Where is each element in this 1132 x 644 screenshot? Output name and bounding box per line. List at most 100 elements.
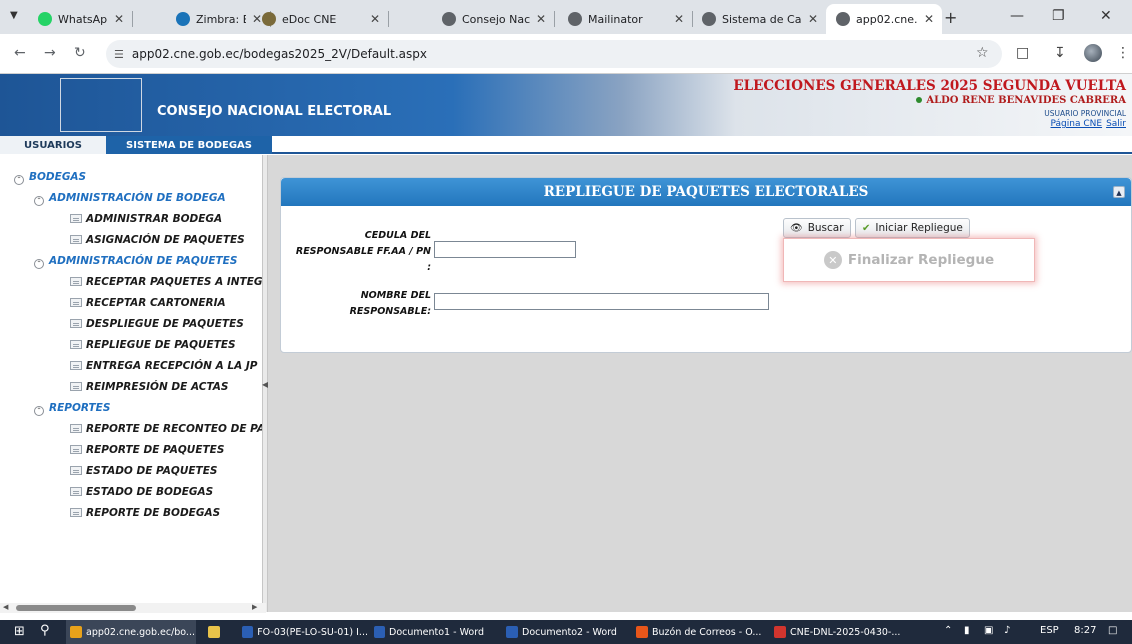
sidebar-group[interactable]: ⌃ ADMINISTRACIÓN DE PAQUETES — [34, 255, 237, 269]
nombre-label: NOMBRE DEL RESPONSABLE: — [285, 288, 431, 320]
cedula-label: CEDULA DEL RESPONSABLE FF.AA / PN : — [285, 228, 431, 276]
sidebar-root-bodegas[interactable]: ⌃ BODEGAS — [14, 171, 86, 185]
taskbar-app[interactable]: Buzón de Correos - O... — [632, 620, 764, 644]
taskbar-app[interactable]: CNE-DNL-2025-0430-... — [770, 620, 916, 644]
bookmark-star-icon[interactable]: ☆ — [976, 45, 989, 61]
cne-page-link[interactable]: Página CNE — [1051, 119, 1103, 129]
page-icon — [70, 445, 82, 454]
taskbar-app[interactable]: Documento1 - Word — [370, 620, 484, 644]
browser-tab[interactable]: eDoc CNE ✕ — [252, 4, 389, 34]
tab-search-chevron-icon[interactable]: ▼ — [10, 10, 18, 21]
browser-tab[interactable]: app02.cne.gob.e ✕ — [826, 4, 942, 34]
sidebar-item[interactable]: REPORTE DE RECONTEO DE PAQUE — [70, 423, 266, 435]
page-icon — [70, 277, 82, 286]
taskbar-app[interactable]: Documento2 - Word — [502, 620, 620, 644]
sidebar-item[interactable]: REPORTE DE BODEGAS — [70, 507, 220, 519]
language-indicator[interactable]: ESP — [1040, 625, 1059, 636]
search-icon[interactable]: ⚲ — [40, 623, 50, 638]
sidebar-item[interactable]: ADMINISTRAR BODEGA — [70, 213, 222, 225]
cedula-input[interactable] — [434, 241, 576, 258]
globe-icon — [568, 12, 582, 26]
scrollbar-thumb[interactable] — [16, 605, 136, 611]
browser-menu-icon[interactable]: ⋮ — [1116, 45, 1130, 61]
sidebar-item[interactable]: REIMPRESIÓN DE ACTAS — [70, 381, 229, 393]
close-tab-icon[interactable]: ✕ — [370, 12, 380, 26]
browser-tab[interactable]: Consejo Nacion ✕ — [432, 4, 555, 34]
sidebar-item[interactable]: ESTADO DE PAQUETES — [70, 465, 217, 477]
browser-tab-label: Mailinator — [588, 12, 643, 26]
scroll-left-icon[interactable]: ◀ — [3, 603, 8, 611]
sidebar-item[interactable]: REPORTE DE PAQUETES — [70, 444, 224, 456]
nombre-input[interactable] — [434, 293, 769, 310]
sidebar-item[interactable]: ENTREGA RECEPCIÓN A LA JP — [70, 360, 257, 372]
start-repliegue-label: Iniciar Repliegue — [875, 222, 963, 234]
browser-tab-label: Zimbra: Bandeja — [196, 12, 246, 26]
sidebar-group[interactable]: ⌃ REPORTES — [34, 402, 110, 416]
restore-icon[interactable]: ❐ — [1052, 8, 1065, 24]
start-repliegue-button[interactable]: ✔ Iniciar Repliegue — [855, 218, 970, 238]
browser-tab[interactable]: WhatsApp ✕ — [28, 4, 133, 34]
close-window-icon[interactable]: ✕ — [1100, 8, 1112, 24]
close-tab-icon[interactable]: ✕ — [114, 12, 124, 26]
expand-chevron-icon[interactable]: ⌃ — [34, 259, 44, 269]
logout-link[interactable]: Salir — [1106, 119, 1126, 129]
taskbar-app[interactable] — [204, 620, 226, 644]
sidebar-item-label: ADMINISTRAR BODEGA — [86, 213, 223, 225]
scroll-right-icon[interactable]: ▶ — [252, 603, 257, 611]
sidebar-item[interactable]: REPLIEGUE DE PAQUETES — [70, 339, 236, 351]
tab-separator — [132, 11, 133, 27]
address-bar-row: ← → ↻ ☰ app02.cne.gob.ec/bodegas2025_2V/… — [0, 34, 1132, 74]
tray-chevron-icon[interactable]: ⌃ — [944, 625, 952, 636]
close-tab-icon[interactable]: ✕ — [924, 12, 934, 26]
battery-icon[interactable]: ▮ — [964, 625, 970, 636]
browser-tab[interactable]: Sistema de Cam ✕ — [692, 4, 827, 34]
pdf-icon — [774, 626, 786, 638]
sidebar-item-label: BODEGAS — [29, 171, 87, 183]
taskbar-app-label: Documento2 - Word — [522, 626, 617, 638]
tab-sistema-bodegas[interactable]: SISTEMA DE BODEGAS — [106, 136, 272, 154]
reload-icon[interactable]: ↻ — [74, 45, 86, 61]
user-name: ALDO RENE BENAVIDES CABRERA — [916, 95, 1126, 106]
word-icon — [242, 626, 254, 638]
close-tab-icon[interactable]: ✕ — [536, 12, 546, 26]
page-icon — [70, 214, 82, 223]
taskbar-app[interactable]: FO-03(PE-LO-SU-01) I... — [238, 620, 368, 644]
sidebar-item[interactable]: DESPLIEGUE DE PAQUETES — [70, 318, 244, 330]
notifications-icon[interactable]: □ — [1108, 625, 1117, 636]
finish-repliegue-button[interactable]: ✕ Finalizar Repliegue — [783, 238, 1035, 282]
eye-icon: 👁 — [790, 222, 803, 234]
download-icon[interactable]: ↧ — [1054, 45, 1066, 61]
collapse-panel-icon[interactable]: ▲ — [1113, 186, 1125, 198]
taskbar-app[interactable]: app02.cne.gob.ec/bo... — [66, 620, 196, 644]
sidebar-group[interactable]: ⌃ ADMINISTRACIÓN DE BODEGA — [34, 192, 226, 206]
back-arrow-icon[interactable]: ← — [14, 45, 26, 61]
close-tab-icon[interactable]: ✕ — [674, 12, 684, 26]
close-tab-icon[interactable]: ✕ — [808, 12, 818, 26]
expand-chevron-icon[interactable]: ⌃ — [34, 406, 44, 416]
minimize-icon[interactable]: — — [1010, 8, 1024, 24]
edoc-icon — [262, 12, 276, 26]
browser-tab[interactable]: Mailinator ✕ — [558, 4, 693, 34]
sidebar-item[interactable]: ASIGNACIÓN DE PAQUETES — [70, 234, 245, 246]
expand-chevron-icon[interactable]: ⌃ — [14, 175, 24, 185]
network-icon[interactable]: ▣ — [984, 625, 993, 636]
expand-chevron-icon[interactable]: ⌃ — [34, 196, 44, 206]
tab-usuarios[interactable]: USUARIOS — [0, 136, 106, 154]
clock[interactable]: 8:27 — [1074, 625, 1096, 636]
sidebar-item[interactable]: RECEPTAR PAQUETES A INTEGRAD — [70, 276, 266, 288]
extensions-icon[interactable]: □ — [1016, 45, 1029, 61]
profile-avatar[interactable] — [1084, 44, 1102, 62]
page-icon — [70, 466, 82, 475]
url-field[interactable]: ☰ app02.cne.gob.ec/bodegas2025_2V/Defaul… — [106, 40, 1002, 68]
forward-arrow-icon[interactable]: → — [44, 45, 56, 61]
search-button[interactable]: 👁 Buscar — [783, 218, 851, 238]
sidebar-item[interactable]: ESTADO DE BODEGAS — [70, 486, 213, 498]
volume-icon[interactable]: ♪ — [1004, 625, 1010, 636]
windows-start-icon[interactable]: ⊞ — [14, 624, 25, 639]
url-text: app02.cne.gob.ec/bodegas2025_2V/Default.… — [131, 47, 427, 61]
sidebar-item[interactable]: RECEPTAR CARTONERIA — [70, 297, 226, 309]
site-info-icon[interactable]: ☰ — [114, 48, 124, 61]
new-tab-button[interactable]: + — [944, 8, 957, 27]
sidebar-horizontal-scrollbar[interactable]: ◀ ▶ — [0, 603, 266, 613]
taskbar-app-label: Buzón de Correos - O... — [652, 626, 762, 638]
